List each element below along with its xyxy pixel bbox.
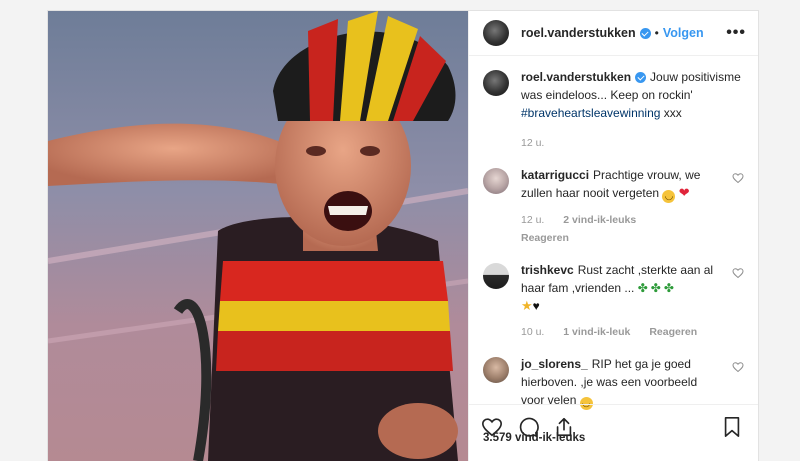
post-sidebar: roel.vanderstukken • Volgen ••• roel.van… xyxy=(468,11,758,461)
caption-avatar[interactable] xyxy=(483,70,509,96)
comment-likes[interactable]: 2 vind-ik-leuks xyxy=(563,214,636,226)
separator-dot: • xyxy=(654,26,659,40)
commenter-avatar[interactable] xyxy=(483,357,509,383)
like-comment-heart-icon[interactable] xyxy=(732,172,744,184)
like-comment-heart-icon[interactable] xyxy=(732,361,744,373)
comments-list[interactable]: roel.vanderstukken Jouw positivisme was e… xyxy=(469,56,758,461)
four-leaf-clover-emoji-icon: ✤ xyxy=(650,281,661,295)
author-avatar[interactable] xyxy=(483,20,509,46)
comment-username[interactable]: trishkevc xyxy=(521,263,574,277)
author-username[interactable]: roel.vanderstukken xyxy=(521,26,636,40)
comment-item: trishkevc Rust zacht ,sterkte aan al haar… xyxy=(483,261,744,341)
instagram-post: roel.vanderstukken • Volgen ••• roel.van… xyxy=(47,10,759,461)
caption-suffix: xxx xyxy=(663,106,682,120)
reply-button[interactable]: Reageren xyxy=(649,326,697,338)
like-comment-heart-icon[interactable] xyxy=(732,267,744,279)
caption-time[interactable]: 12 u. xyxy=(521,137,544,149)
caption-hashtag[interactable]: #braveheartsleavewinning xyxy=(521,106,660,120)
black-heart-emoji-icon: ♥ xyxy=(532,299,540,313)
post-header: roel.vanderstukken • Volgen ••• xyxy=(469,11,758,56)
athlete-photo-illustration xyxy=(48,11,468,461)
reply-button[interactable]: Reageren xyxy=(521,232,569,244)
comment-username[interactable]: katarrigucci xyxy=(521,168,589,182)
bookmark-icon[interactable] xyxy=(722,416,742,438)
four-leaf-clover-emoji-icon: ✤ xyxy=(663,281,674,295)
four-leaf-clover-emoji-icon: ✤ xyxy=(637,281,648,295)
more-options-icon[interactable]: ••• xyxy=(726,24,746,42)
commenter-avatar[interactable] xyxy=(483,168,509,194)
comment-likes[interactable]: 1 vind-ik-leuk xyxy=(563,326,630,338)
follow-button[interactable]: Volgen xyxy=(663,26,704,40)
likes-count[interactable]: 3.579 vind-ik-leuks xyxy=(483,432,585,444)
comment-time[interactable]: 12 u. xyxy=(521,214,544,226)
caption: roel.vanderstukken Jouw positivisme was e… xyxy=(483,68,744,152)
comment-time[interactable]: 10 u. xyxy=(521,326,544,338)
verified-badge-icon xyxy=(635,72,647,84)
star-emoji-icon: ★ xyxy=(521,298,533,313)
comment-item: jo_slorens_ RIP het ga je goed hierboven.… xyxy=(483,355,744,410)
comment-username[interactable]: jo_slorens_ xyxy=(521,357,588,371)
commenter-avatar[interactable] xyxy=(483,263,509,289)
red-heart-emoji-icon: ❤ xyxy=(678,185,690,200)
smile-emoji-icon: ◡ xyxy=(662,190,676,203)
verified-badge-icon xyxy=(639,27,651,39)
comment-item: katarrigucci Prachtige vrouw, we zullen h… xyxy=(483,166,744,247)
caption-username[interactable]: roel.vanderstukken xyxy=(521,70,631,84)
post-photo[interactable] xyxy=(48,11,468,461)
